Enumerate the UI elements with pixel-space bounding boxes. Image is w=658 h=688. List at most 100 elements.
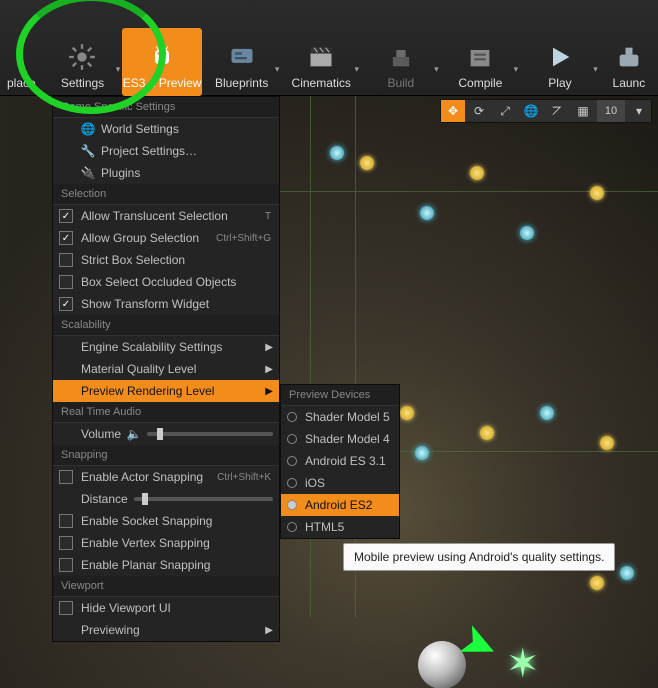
toolbar-btn-settings[interactable]: Settings ▾ xyxy=(43,28,123,96)
submenu-header: Preview Devices xyxy=(281,385,399,406)
menu-item-volume[interactable]: Volume 🔈 xyxy=(53,423,279,445)
checkbox-icon xyxy=(59,514,73,528)
menu-item-enable-planar-snap[interactable]: Enable Planar Snapping xyxy=(53,554,279,576)
menu-item-previewing[interactable]: Previewing ▶ xyxy=(53,619,279,641)
menu-item-world-settings[interactable]: 🌐 World Settings xyxy=(53,118,279,140)
submenu-item[interactable]: Shader Model 4 xyxy=(281,428,399,450)
menu-label: Distance xyxy=(81,492,128,506)
submenu-label: Android ES2 xyxy=(305,498,372,512)
menu-item-plugins[interactable]: 🔌 Plugins xyxy=(53,162,279,184)
world-icon: 🌐 xyxy=(81,122,95,136)
toolbar-btn-build[interactable]: Build ▾ xyxy=(361,28,441,96)
viewport-mini-toolbar: ✥ ⟳ ⤢ 🌐 ⦢ ▦ 10 ▾ xyxy=(440,99,652,123)
toolbar-btn-play[interactable]: Play ▾ xyxy=(520,28,600,96)
transform-move-icon[interactable]: ✥ xyxy=(441,100,465,122)
chevron-down-icon: ▾ xyxy=(354,64,359,75)
menu-label: World Settings xyxy=(101,122,179,136)
gear-icon xyxy=(64,42,100,72)
toolbar-btn-cinematics[interactable]: Cinematics ▾ xyxy=(281,28,361,96)
menu-header: Scalability xyxy=(53,315,279,336)
chevron-right-icon: ▶ xyxy=(265,342,273,353)
chevron-down-icon: ▾ xyxy=(593,64,598,75)
globe-icon[interactable]: 🌐 xyxy=(519,100,543,122)
submenu-label: Shader Model 5 xyxy=(305,410,390,424)
distance-slider[interactable] xyxy=(134,497,273,501)
toolbar-label: ES3.1 Preview xyxy=(123,76,202,90)
launch-icon xyxy=(611,42,647,72)
wrench-icon: 🔧 xyxy=(81,144,95,158)
menu-item-allow-translucent[interactable]: Allow Translucent Selection T xyxy=(53,205,279,227)
submenu-item[interactable]: Android ES 3.1 xyxy=(281,450,399,472)
main-toolbar: place Settings ▾ ES3.1 Preview Blueprint… xyxy=(0,0,658,96)
transform-scale-icon[interactable]: ⤢ xyxy=(493,100,517,122)
toolbar-btn-preview[interactable]: ES3.1 Preview xyxy=(122,28,202,96)
menu-label: Previewing xyxy=(81,623,140,637)
menu-label: Box Select Occluded Objects xyxy=(81,275,236,289)
menu-item-allow-group[interactable]: Allow Group Selection Ctrl+Shift+G xyxy=(53,227,279,249)
chevron-down-icon: ▾ xyxy=(514,64,519,75)
menu-item-box-occluded[interactable]: Box Select Occluded Objects xyxy=(53,271,279,293)
submenu-item[interactable]: iOS xyxy=(281,472,399,494)
grid-size-value[interactable]: 10 xyxy=(597,100,625,122)
radio-icon xyxy=(287,456,297,466)
toolbar-label: Settings xyxy=(61,76,104,90)
checkbox-icon xyxy=(59,275,73,289)
transform-rotate-icon[interactable]: ⟳ xyxy=(467,100,491,122)
submenu-item[interactable]: Shader Model 5 xyxy=(281,406,399,428)
submenu-item[interactable]: HTML5 xyxy=(281,516,399,538)
menu-label: Allow Translucent Selection xyxy=(81,209,228,223)
toolbar-label: Play xyxy=(548,76,571,90)
menu-item-enable-actor-snap[interactable]: Enable Actor Snapping Ctrl+Shift+K xyxy=(53,466,279,488)
toolbar-label: Launc xyxy=(613,76,646,90)
menu-item-show-transform[interactable]: Show Transform Widget xyxy=(53,293,279,315)
snap-angle-icon[interactable]: ⦢ xyxy=(545,100,569,122)
checkbox-icon xyxy=(59,253,73,267)
menu-item-strict-box[interactable]: Strict Box Selection xyxy=(53,249,279,271)
menu-header: Real Time Audio xyxy=(53,402,279,423)
checkbox-icon xyxy=(59,470,73,484)
shortcut: Ctrl+Shift+G xyxy=(216,233,271,244)
menu-item-hide-viewport-ui[interactable]: Hide Viewport UI xyxy=(53,597,279,619)
grid-icon[interactable]: ▦ xyxy=(571,100,595,122)
toolbar-btn-place[interactable]: place xyxy=(0,28,43,96)
toolbar-btn-blueprints[interactable]: Blueprints ▾ xyxy=(202,28,282,96)
radio-icon xyxy=(287,478,297,488)
submenu-label: iOS xyxy=(305,476,325,490)
menu-label: Show Transform Widget xyxy=(81,297,209,311)
shortcut: T xyxy=(265,211,271,222)
checkbox-icon xyxy=(59,536,73,550)
menu-label: Strict Box Selection xyxy=(81,253,185,267)
menu-label: Plugins xyxy=(101,166,140,180)
toolbar-label: place xyxy=(7,76,36,90)
menu-item-engine-scalability[interactable]: Engine Scalability Settings ▶ xyxy=(53,336,279,358)
menu-item-snap-distance[interactable]: Distance xyxy=(53,488,279,510)
radio-icon xyxy=(287,500,297,510)
chevron-down-icon: ▾ xyxy=(434,64,439,75)
menu-item-project-settings[interactable]: 🔧 Project Settings… xyxy=(53,140,279,162)
chevron-down-icon[interactable]: ▾ xyxy=(627,100,651,122)
menu-label: Project Settings… xyxy=(101,144,197,158)
checkbox-icon xyxy=(59,209,73,223)
menu-item-preview-rendering[interactable]: Preview Rendering Level ▶ xyxy=(53,380,279,402)
menu-label: Engine Scalability Settings xyxy=(81,340,222,354)
toolbar-btn-launch[interactable]: Launc xyxy=(600,28,658,96)
checkbox-icon xyxy=(59,558,73,572)
shortcut: Ctrl+Shift+K xyxy=(217,472,271,483)
submenu-item[interactable]: Android ES2 xyxy=(281,494,399,516)
menu-item-material-quality[interactable]: Material Quality Level ▶ xyxy=(53,358,279,380)
menu-item-enable-vertex-snap[interactable]: Enable Vertex Snapping xyxy=(53,532,279,554)
volume-slider[interactable] xyxy=(147,432,273,436)
menu-header: Game Specific Settings xyxy=(53,97,279,118)
clapboard-icon xyxy=(303,42,339,72)
build-icon xyxy=(383,42,419,72)
plug-icon: 🔌 xyxy=(81,166,95,180)
checkbox-icon xyxy=(59,601,73,615)
settings-menu: Game Specific Settings 🌐 World Settings … xyxy=(52,96,280,642)
radio-icon xyxy=(287,412,297,422)
chevron-down-icon: ▾ xyxy=(116,64,121,75)
menu-item-enable-socket-snap[interactable]: Enable Socket Snapping xyxy=(53,510,279,532)
toolbar-btn-compile[interactable]: Compile ▾ xyxy=(441,28,521,96)
compile-icon xyxy=(462,42,498,72)
radio-icon xyxy=(287,522,297,532)
checkbox-icon xyxy=(59,231,73,245)
